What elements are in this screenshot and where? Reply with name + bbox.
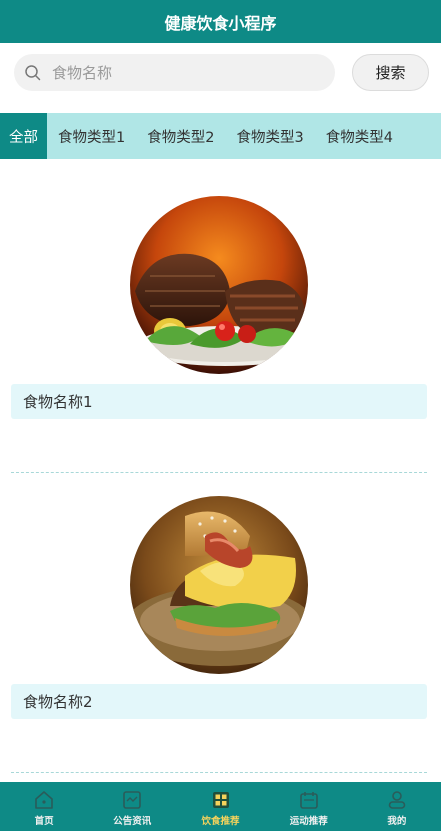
tab-food-type-1[interactable]: 食物类型1: [47, 113, 136, 159]
food-card[interactable]: 食物名称1: [0, 159, 441, 479]
tabbar-label: 运动推荐: [289, 816, 328, 827]
tabbar-item-diet[interactable]: 饮食推荐: [176, 782, 264, 831]
food-name: 食物名称1: [23, 393, 93, 411]
grid-icon: [212, 792, 229, 808]
tabbar-item-sport[interactable]: 运动推荐: [265, 782, 353, 831]
news-icon: [123, 791, 142, 809]
search-icon: [25, 64, 41, 80]
tab-all[interactable]: 全部: [0, 113, 47, 159]
search-box[interactable]: [14, 54, 335, 91]
food-name: 食物名称2: [23, 693, 93, 711]
tab-food-type-3[interactable]: 食物类型3: [225, 113, 314, 159]
search-input[interactable]: [50, 62, 304, 83]
tabbar-item-news[interactable]: 公告资讯: [88, 782, 176, 831]
food-card[interactable]: 食物名称2: [0, 459, 441, 779]
calendar-icon: [299, 792, 318, 809]
tabbar-label: 我的: [387, 816, 407, 827]
home-icon: [35, 791, 53, 809]
food-image-steak[interactable]: [130, 196, 308, 374]
food-name-bar[interactable]: 食物名称1: [11, 384, 427, 419]
food-name-bar[interactable]: 食物名称2: [11, 684, 427, 719]
search-button[interactable]: 搜索: [352, 54, 429, 91]
search-row: 搜索: [0, 43, 441, 113]
tabbar-label: 公告资讯: [113, 816, 152, 827]
category-tabs: 全部 食物类型1 食物类型2 食物类型3 食物类型4: [0, 113, 441, 159]
tab-food-type-2[interactable]: 食物类型2: [136, 113, 225, 159]
user-icon: [388, 791, 406, 809]
page-title: 健康饮食小程序: [164, 13, 277, 33]
tabbar-item-mine[interactable]: 我的: [353, 782, 441, 831]
food-image-burger[interactable]: [130, 496, 308, 674]
tabbar-item-home[interactable]: 首页: [0, 782, 88, 831]
card-divider: [11, 772, 427, 773]
app-header: 健康饮食小程序: [0, 0, 441, 43]
bottom-tab-bar: 首页 公告资讯 饮食推荐 运动推荐 我的: [0, 782, 441, 831]
tabbar-label: 首页: [34, 816, 54, 827]
tab-food-type-4[interactable]: 食物类型4: [315, 113, 404, 159]
tabbar-label: 饮食推荐: [201, 816, 240, 827]
